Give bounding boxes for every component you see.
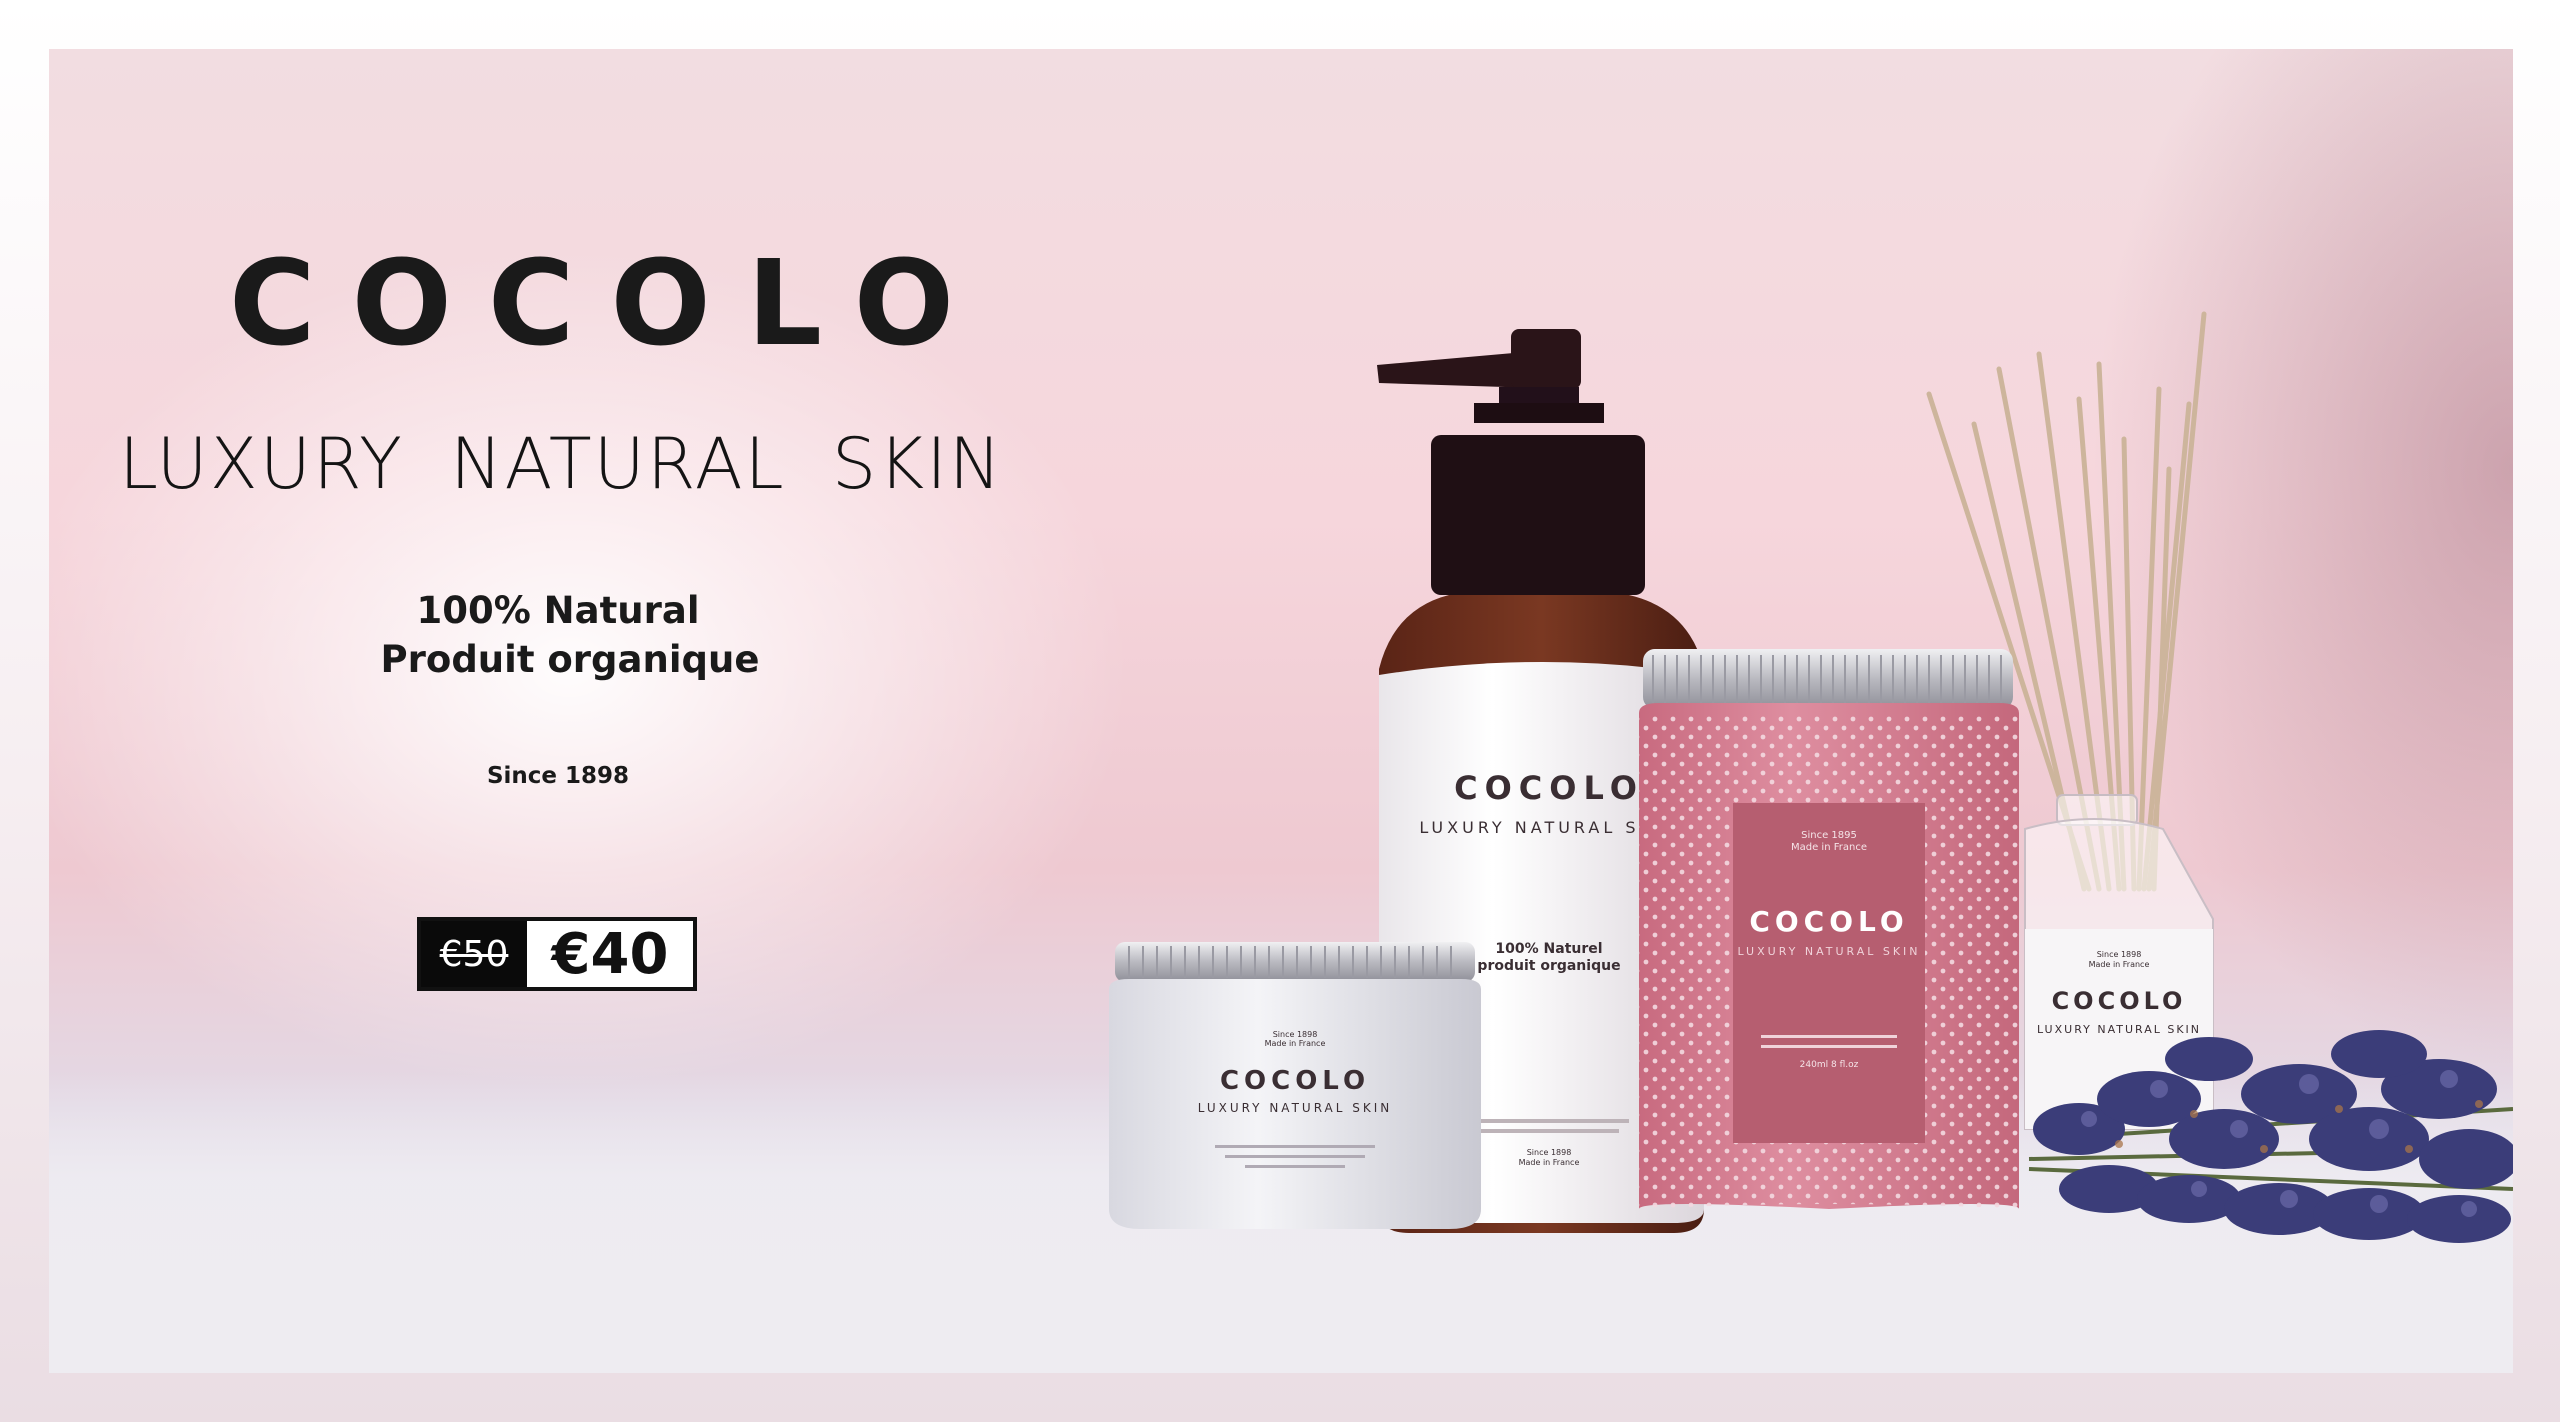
svg-text:LUXURY NATURAL SKIN: LUXURY NATURAL SKIN [1198,1101,1393,1115]
svg-text:Made in France: Made in France [1519,1158,1580,1167]
small-jar: Since 1898 Made in France COCOLO LUXURY … [1109,942,1481,1229]
svg-text:COCOLO: COCOLO [1749,905,1908,938]
svg-text:240ml 8 fl.oz: 240ml 8 fl.oz [1800,1060,1859,1070]
svg-text:LUXURY NATURAL SKIN: LUXURY NATURAL SKIN [1737,945,1920,958]
pink-jar: Since 1895 Made in France COCOLO LUXURY … [1639,649,2019,1209]
svg-text:Made in France: Made in France [1791,842,1867,853]
svg-text:COCOLO: COCOLO [1454,769,1644,807]
svg-text:Since 1898: Since 1898 [2097,950,2142,959]
svg-text:100% Naturel: 100% Naturel [1495,941,1602,957]
svg-text:COCOLO: COCOLO [2052,987,2187,1015]
svg-text:Made in France: Made in France [1265,1039,1326,1048]
product-illustration: Since 1898 Made in France COCOLO LUXURY … [1109,311,2513,1243]
svg-text:Made in France: Made in France [2089,960,2150,969]
banner: COCOLO LUXURY NATURAL SKIN 100% Natural … [49,49,2513,1373]
svg-text:COCOLO: COCOLO [1220,1066,1370,1096]
svg-text:produit organique: produit organique [1477,958,1620,974]
svg-text:Since 1898: Since 1898 [1273,1030,1318,1039]
svg-text:Since 1895: Since 1895 [1801,830,1857,841]
svg-text:LUXURY NATURAL SKIN: LUXURY NATURAL SKIN [2037,1023,2201,1036]
svg-text:Since 1898: Since 1898 [1527,1148,1572,1157]
